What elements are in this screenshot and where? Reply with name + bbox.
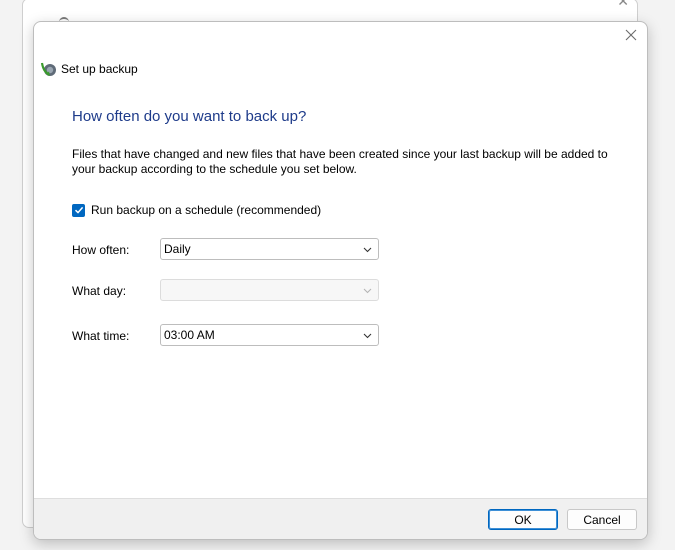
chevron-down-icon: [363, 247, 372, 253]
close-icon: [625, 29, 637, 41]
dialog-title: Set up backup: [61, 62, 138, 76]
what-time-value: 03:00 AM: [164, 328, 215, 342]
chevron-down-icon: [363, 288, 372, 294]
how-often-dropdown[interactable]: Daily: [160, 238, 379, 260]
description-text: Files that have changed and new files th…: [72, 147, 608, 176]
title-bar: Set up backup: [40, 59, 138, 79]
checkmark-icon: [74, 206, 83, 214]
dialog-footer: OK Cancel: [34, 498, 647, 539]
schedule-checkbox-label: Run backup on a schedule (recommended): [91, 203, 322, 217]
close-button[interactable]: [623, 29, 639, 45]
how-often-label: How often:: [72, 243, 130, 257]
what-day-dropdown: [160, 279, 379, 301]
backup-app-icon: [40, 62, 56, 76]
setup-backup-dialog: Set up backup How often do you want to b…: [33, 21, 648, 540]
schedule-checkbox[interactable]: [72, 203, 85, 217]
how-often-value: Daily: [164, 242, 191, 256]
what-day-label: What day:: [72, 284, 127, 298]
what-time-label: What time:: [72, 329, 130, 343]
ok-button[interactable]: OK: [488, 509, 558, 530]
chevron-down-icon: [363, 333, 372, 339]
page-heading: How often do you want to back up?: [72, 108, 307, 125]
schedule-checkbox-row[interactable]: Run backup on a schedule (recommended): [72, 203, 321, 217]
cancel-button[interactable]: Cancel: [567, 509, 637, 530]
background-close-icon: ✕: [617, 0, 629, 9]
what-time-dropdown[interactable]: 03:00 AM: [160, 324, 379, 346]
